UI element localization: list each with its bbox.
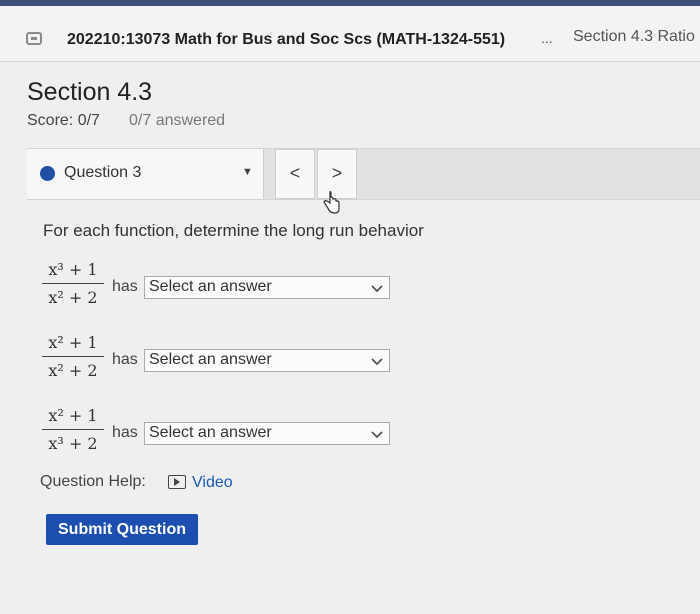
chevron-down-icon — [371, 431, 383, 439]
numerator-2: x² + 1 — [48, 333, 98, 352]
answer-select-2-value: Select an answer — [149, 351, 272, 368]
has-label-1: has — [112, 278, 138, 295]
numerator-1: x³ + 1 — [48, 260, 98, 279]
question-status-dot-icon — [40, 166, 55, 181]
video-help-link[interactable]: Video — [192, 474, 233, 492]
score-text: Score: 0/7 — [27, 112, 100, 129]
caret-down-icon: ▼ — [242, 166, 253, 178]
answer-select-3-value: Select an answer — [149, 424, 272, 441]
numerator-3: x² + 1 — [48, 406, 98, 425]
function-row-3: x² + 1 x³ + 2 has Select an answer — [42, 404, 402, 456]
section-tab[interactable]: Section 4.3 Ratio — [573, 28, 695, 46]
answer-select-2[interactable]: Select an answer — [144, 349, 390, 372]
denominator-1: x² + 2 — [42, 283, 104, 307]
question-navigation-bar: Question 3 ▼ < > — [27, 148, 700, 200]
function-row-2: x² + 1 x² + 2 has Select an answer — [42, 331, 402, 383]
question-help-label: Question Help: — [40, 473, 146, 490]
rational-function-1: x³ + 1 x² + 2 — [42, 258, 104, 307]
question-prompt: For each function, determine the long ru… — [43, 221, 424, 240]
rational-function-3: x² + 1 x³ + 2 — [42, 404, 104, 453]
rational-function-2: x² + 1 x² + 2 — [42, 331, 104, 380]
chevron-down-icon — [371, 358, 383, 366]
answer-select-1[interactable]: Select an answer — [144, 276, 390, 299]
function-row-1: x³ + 1 x² + 2 has Select an answer — [42, 258, 402, 310]
page-title: Section 4.3 — [27, 78, 153, 106]
denominator-2: x² + 2 — [42, 356, 104, 380]
tab-icon[interactable] — [26, 32, 42, 45]
chevron-down-icon — [371, 285, 383, 293]
has-label-3: has — [112, 424, 138, 441]
has-label-2: has — [112, 351, 138, 368]
answer-select-3[interactable]: Select an answer — [144, 422, 390, 445]
previous-question-button[interactable]: < — [275, 149, 315, 199]
answered-count: 0/7 answered — [129, 112, 226, 129]
mouse-pointer-icon — [323, 191, 340, 214]
submit-question-button[interactable]: Submit Question — [46, 514, 198, 545]
assessment-page: Section 4.3 Score: 0/7 0/7 answered Ques… — [0, 62, 700, 614]
answer-select-1-value: Select an answer — [149, 278, 272, 295]
course-title[interactable]: 202210:13073 Math for Bus and Soc Scs (M… — [67, 31, 505, 49]
question-select[interactable]: Question 3 ▼ — [27, 149, 264, 199]
tab-overflow-ellipsis[interactable]: ... — [541, 30, 553, 46]
question-select-label: Question 3 — [64, 164, 142, 181]
course-tab-bar: 202210:13073 Math for Bus and Soc Scs (M… — [0, 6, 700, 62]
denominator-3: x³ + 2 — [42, 429, 104, 453]
video-icon[interactable] — [168, 475, 186, 489]
